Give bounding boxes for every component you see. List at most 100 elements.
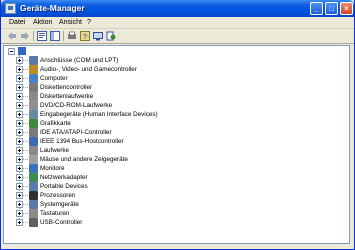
- menu-help[interactable]: ?: [87, 17, 91, 28]
- tree-root[interactable]: [4, 47, 349, 56]
- forward-arrow-icon[interactable]: [20, 31, 30, 41]
- menu-aktion[interactable]: Aktion: [33, 17, 52, 28]
- expand-toggle-icon[interactable]: [16, 174, 23, 181]
- expand-toggle-icon[interactable]: [16, 75, 23, 82]
- tree-item[interactable]: Laufwerke: [4, 146, 349, 155]
- expand-toggle-icon[interactable]: [16, 165, 23, 172]
- tree-item[interactable]: Eingabegeräte (Human Interface Devices): [4, 110, 349, 119]
- device-category-icon: [29, 56, 38, 65]
- menu-datei[interactable]: Datei: [9, 17, 25, 28]
- window-title: Geräte-Manager: [20, 3, 85, 13]
- device-category-icon: [29, 146, 38, 155]
- tree-item-label: Diskettenlaufwerke: [40, 93, 94, 100]
- update-icon[interactable]: [106, 31, 116, 41]
- tree-item[interactable]: Computer: [4, 74, 349, 83]
- toolbar-separator: [63, 31, 64, 41]
- properties-icon[interactable]: [37, 31, 47, 41]
- tree-item-label: Prozessoren: [40, 192, 76, 199]
- svg-text:?: ?: [83, 34, 87, 41]
- tree-connector: [23, 159, 28, 160]
- expand-toggle-icon[interactable]: [16, 147, 23, 154]
- tree-connector: [23, 87, 28, 88]
- tree-item[interactable]: Systemgeräte: [4, 200, 349, 209]
- close-button[interactable]: ×: [340, 2, 353, 15]
- tree-item[interactable]: Diskettencontroller: [4, 83, 349, 92]
- expand-toggle-icon[interactable]: [16, 66, 23, 73]
- expand-toggle-icon[interactable]: [16, 219, 23, 226]
- tree-item-label: Eingabegeräte (Human Interface Devices): [40, 111, 158, 118]
- tree-item[interactable]: Portable Devices: [4, 182, 349, 191]
- tree-item-label: Computer: [40, 75, 68, 82]
- expand-toggle-icon[interactable]: [16, 192, 23, 199]
- toolbar-separator: [33, 31, 34, 41]
- device-category-icon: [29, 137, 38, 146]
- expand-toggle-icon[interactable]: [16, 84, 23, 91]
- tree-connector: [23, 132, 28, 133]
- expand-toggle-icon[interactable]: [16, 210, 23, 217]
- toolbar: ?: [1, 29, 354, 44]
- tree-item[interactable]: USB-Controller: [4, 218, 349, 227]
- tree-item[interactable]: Diskettenlaufwerke: [4, 92, 349, 101]
- tree-connector: [23, 123, 28, 124]
- device-category-icon: [29, 155, 38, 164]
- tree-item[interactable]: IEEE 1394 Bus-Hostcontroller: [4, 137, 349, 146]
- tree-item-label: Diskettencontroller: [40, 84, 93, 91]
- tree-item[interactable]: IDE ATA/ATAPI-Controller: [4, 128, 349, 137]
- back-arrow-icon[interactable]: [7, 31, 17, 41]
- expand-toggle-icon[interactable]: [16, 93, 23, 100]
- device-category-icon: [29, 164, 38, 173]
- tree-item-label: Monitore: [40, 165, 65, 172]
- tree-connector: [23, 105, 28, 106]
- tree-item[interactable]: Monitore: [4, 164, 349, 173]
- device-tree[interactable]: Anschlüsse (COM und LPT) Audio-, Video- u…: [3, 45, 350, 244]
- tree-item-label: Netzwerkadapter: [40, 174, 88, 181]
- tree-item-label: Tastaturen: [40, 210, 70, 217]
- expand-toggle-icon[interactable]: [16, 57, 23, 64]
- device-manager-icon: [5, 3, 16, 14]
- tree-item-label: Anschlüsse (COM und LPT): [40, 57, 119, 64]
- tree-view-icon[interactable]: [50, 31, 60, 41]
- tree-item[interactable]: Anschlüsse (COM und LPT): [4, 56, 349, 65]
- expand-toggle-icon[interactable]: [16, 138, 23, 145]
- collapse-toggle-icon[interactable]: [8, 48, 15, 55]
- tree-connector: [23, 150, 28, 151]
- expand-toggle-icon[interactable]: [16, 201, 23, 208]
- expand-toggle-icon[interactable]: [16, 120, 23, 127]
- device-category-icon: [29, 101, 38, 110]
- title-bar[interactable]: Geräte-Manager _ □ ×: [1, 0, 354, 17]
- expand-toggle-icon[interactable]: [16, 156, 23, 163]
- tree-item[interactable]: Prozessoren: [4, 191, 349, 200]
- tree-connector: [23, 177, 28, 178]
- tree-item[interactable]: Mäuse und andere Zeigegeräte: [4, 155, 349, 164]
- tree-item-label: DVD/CD-ROM-Laufwerke: [40, 102, 113, 109]
- tree-connector: [23, 204, 28, 205]
- menu-ansicht[interactable]: Ansicht: [59, 17, 82, 28]
- tree-connector: [23, 186, 28, 187]
- tree-item-label: Audio-, Video- und Gamecontroller: [40, 66, 137, 73]
- print-icon[interactable]: [67, 31, 77, 41]
- tree-item-label: USB-Controller: [40, 219, 83, 226]
- device-category-icon: [29, 65, 38, 74]
- tree-connector: [23, 195, 28, 196]
- expand-toggle-icon[interactable]: [16, 111, 23, 118]
- expand-toggle-icon[interactable]: [16, 102, 23, 109]
- device-category-icon: [29, 128, 38, 137]
- expand-toggle-icon[interactable]: [16, 129, 23, 136]
- scan-hardware-icon[interactable]: [93, 31, 103, 41]
- tree-item[interactable]: DVD/CD-ROM-Laufwerke: [4, 101, 349, 110]
- help-icon[interactable]: ?: [80, 31, 90, 41]
- tree-connector: [23, 168, 28, 169]
- tree-item-label: Grafikkarte: [40, 120, 71, 127]
- tree-item-label: Portable Devices: [40, 183, 88, 190]
- tree-item[interactable]: Grafikkarte: [4, 119, 349, 128]
- tree-item[interactable]: Netzwerkadapter: [4, 173, 349, 182]
- tree-item-label: Mäuse und andere Zeigegeräte: [40, 156, 128, 163]
- expand-toggle-icon[interactable]: [16, 183, 23, 190]
- tree-item[interactable]: Tastaturen: [4, 209, 349, 218]
- tree-item[interactable]: Audio-, Video- und Gamecontroller: [4, 65, 349, 74]
- status-bar: [1, 245, 354, 249]
- tree-item-label: Laufwerke: [40, 147, 70, 154]
- minimize-button[interactable]: _: [310, 2, 323, 15]
- maximize-button[interactable]: □: [325, 2, 338, 15]
- device-category-icon: [29, 110, 38, 119]
